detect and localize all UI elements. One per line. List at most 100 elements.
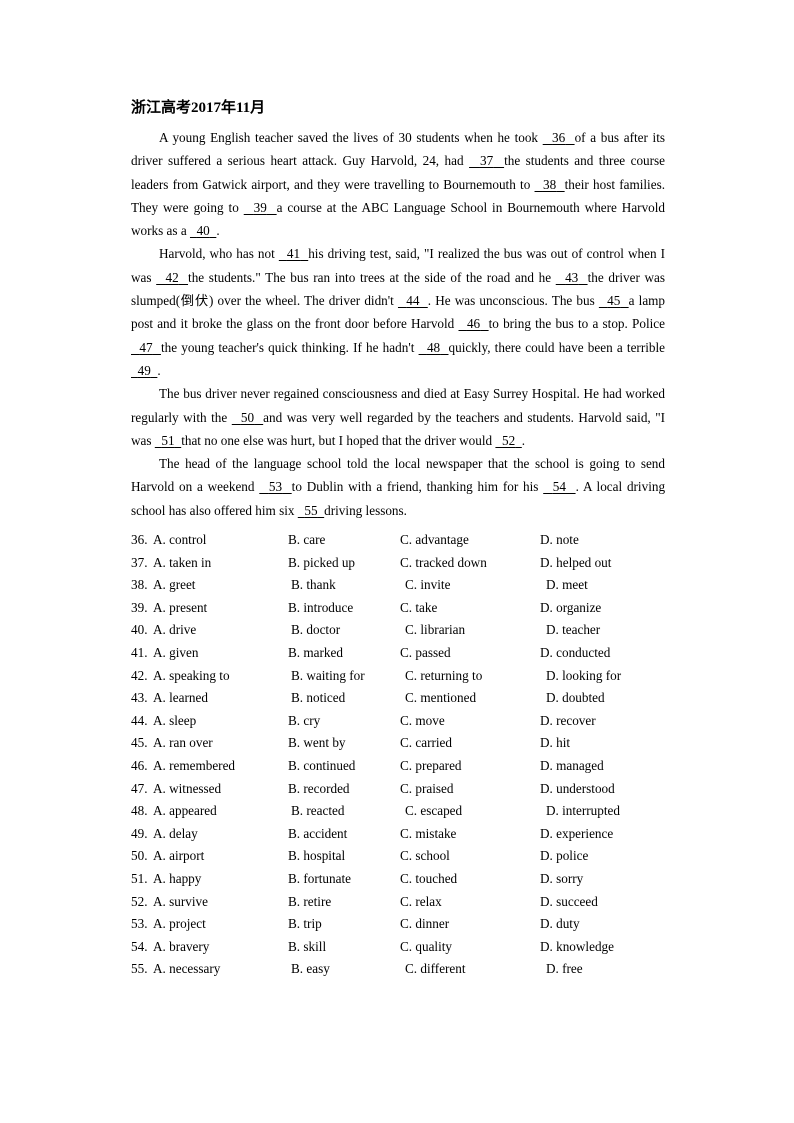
option-d[interactable]: D. teacher	[546, 619, 600, 642]
option-c[interactable]: C. escaped	[405, 800, 462, 823]
option-b[interactable]: B. waiting for	[291, 665, 365, 688]
option-b[interactable]: B. thank	[291, 574, 336, 597]
blank-38[interactable]: 38	[535, 177, 565, 192]
option-c[interactable]: C. touched	[400, 868, 457, 891]
option-b[interactable]: B. went by	[288, 732, 346, 755]
option-d[interactable]: D. looking for	[546, 665, 621, 688]
option-c[interactable]: C. returning to	[405, 665, 482, 688]
option-d[interactable]: D. organize	[540, 597, 601, 620]
option-d[interactable]: D. helped out	[540, 552, 611, 575]
option-a[interactable]: A. control	[153, 529, 206, 552]
blank-54[interactable]: 54	[543, 479, 575, 494]
option-c[interactable]: C. carried	[400, 732, 452, 755]
option-a[interactable]: A. bravery	[153, 936, 209, 959]
option-a[interactable]: A. sleep	[153, 710, 196, 733]
option-b[interactable]: B. care	[288, 529, 325, 552]
option-a[interactable]: A. drive	[153, 619, 196, 642]
blank-52[interactable]: 52	[495, 433, 521, 448]
option-c[interactable]: C. move	[400, 710, 445, 733]
option-a[interactable]: A. speaking to	[153, 665, 230, 688]
option-d[interactable]: D. doubted	[546, 687, 605, 710]
option-b[interactable]: B. introduce	[288, 597, 353, 620]
blank-53[interactable]: 53	[259, 479, 291, 494]
option-b[interactable]: B. recorded	[288, 778, 350, 801]
option-c[interactable]: C. prepared	[400, 755, 462, 778]
option-c[interactable]: C. passed	[400, 642, 451, 665]
option-c[interactable]: C. different	[405, 958, 466, 981]
option-a[interactable]: A. greet	[153, 574, 195, 597]
option-d[interactable]: D. succeed	[540, 891, 598, 914]
blank-36[interactable]: 36	[543, 130, 575, 145]
option-a[interactable]: A. appeared	[153, 800, 217, 823]
option-c[interactable]: C. tracked down	[400, 552, 487, 575]
blank-37[interactable]: 37	[469, 153, 504, 168]
option-a[interactable]: A. remembered	[153, 755, 235, 778]
option-d[interactable]: D. free	[546, 958, 583, 981]
option-a[interactable]: A. airport	[153, 845, 204, 868]
option-d[interactable]: D. meet	[546, 574, 588, 597]
option-b[interactable]: B. reacted	[291, 800, 344, 823]
blank-45[interactable]: 45	[599, 293, 629, 308]
option-d[interactable]: D. recover	[540, 710, 596, 733]
option-b[interactable]: B. hospital	[288, 845, 345, 868]
option-a[interactable]: A. delay	[153, 823, 198, 846]
option-a[interactable]: A. survive	[153, 891, 208, 914]
blank-41[interactable]: 41	[279, 246, 308, 261]
option-c[interactable]: C. school	[400, 845, 450, 868]
option-d[interactable]: D. experience	[540, 823, 613, 846]
option-b[interactable]: B. picked up	[288, 552, 355, 575]
option-b[interactable]: B. fortunate	[288, 868, 351, 891]
option-d[interactable]: D. managed	[540, 755, 604, 778]
option-b[interactable]: B. marked	[288, 642, 343, 665]
option-a[interactable]: A. witnessed	[153, 778, 221, 801]
blank-42[interactable]: 42	[156, 270, 188, 285]
option-a[interactable]: A. learned	[153, 687, 208, 710]
option-d[interactable]: D. duty	[540, 913, 580, 936]
option-c[interactable]: C. mistake	[400, 823, 456, 846]
option-a[interactable]: A. taken in	[153, 552, 211, 575]
blank-43[interactable]: 43	[556, 270, 588, 285]
blank-47[interactable]: 47	[131, 340, 161, 355]
option-a[interactable]: A. necessary	[153, 958, 220, 981]
option-a[interactable]: A. given	[153, 642, 198, 665]
blank-51[interactable]: 51	[155, 433, 181, 448]
option-b[interactable]: B. noticed	[291, 687, 345, 710]
option-a[interactable]: A. ran over	[153, 732, 213, 755]
option-b[interactable]: B. doctor	[291, 619, 340, 642]
blank-46[interactable]: 46	[459, 316, 489, 331]
option-d[interactable]: D. hit	[540, 732, 570, 755]
option-d[interactable]: D. police	[540, 845, 588, 868]
option-c[interactable]: C. dinner	[400, 913, 449, 936]
option-d[interactable]: D. understood	[540, 778, 615, 801]
option-b[interactable]: B. skill	[288, 936, 326, 959]
option-c[interactable]: C. quality	[400, 936, 452, 959]
blank-49[interactable]: 49	[131, 363, 157, 378]
option-c[interactable]: C. take	[400, 597, 437, 620]
option-d[interactable]: D. conducted	[540, 642, 610, 665]
option-c[interactable]: C. mentioned	[405, 687, 476, 710]
blank-55[interactable]: 55	[298, 503, 324, 518]
option-c[interactable]: C. relax	[400, 891, 442, 914]
option-b[interactable]: B. easy	[291, 958, 330, 981]
option-b[interactable]: B. accident	[288, 823, 347, 846]
option-a[interactable]: A. happy	[153, 868, 201, 891]
option-c[interactable]: C. librarian	[405, 619, 465, 642]
option-c[interactable]: C. praised	[400, 778, 453, 801]
option-d[interactable]: D. note	[540, 529, 579, 552]
option-d[interactable]: D. sorry	[540, 868, 583, 891]
option-d[interactable]: D. interrupted	[546, 800, 620, 823]
option-a[interactable]: A. project	[153, 913, 206, 936]
option-b[interactable]: B. retire	[288, 891, 331, 914]
blank-44[interactable]: 44	[398, 293, 428, 308]
option-b[interactable]: B. continued	[288, 755, 355, 778]
option-a[interactable]: A. present	[153, 597, 207, 620]
option-d[interactable]: D. knowledge	[540, 936, 614, 959]
option-b[interactable]: B. trip	[288, 913, 322, 936]
blank-39[interactable]: 39	[244, 200, 277, 215]
option-c[interactable]: C. advantage	[400, 529, 469, 552]
blank-40[interactable]: 40	[190, 223, 216, 238]
blank-50[interactable]: 50	[232, 410, 263, 425]
option-c[interactable]: C. invite	[405, 574, 450, 597]
blank-48[interactable]: 48	[419, 340, 449, 355]
option-b[interactable]: B. cry	[288, 710, 320, 733]
